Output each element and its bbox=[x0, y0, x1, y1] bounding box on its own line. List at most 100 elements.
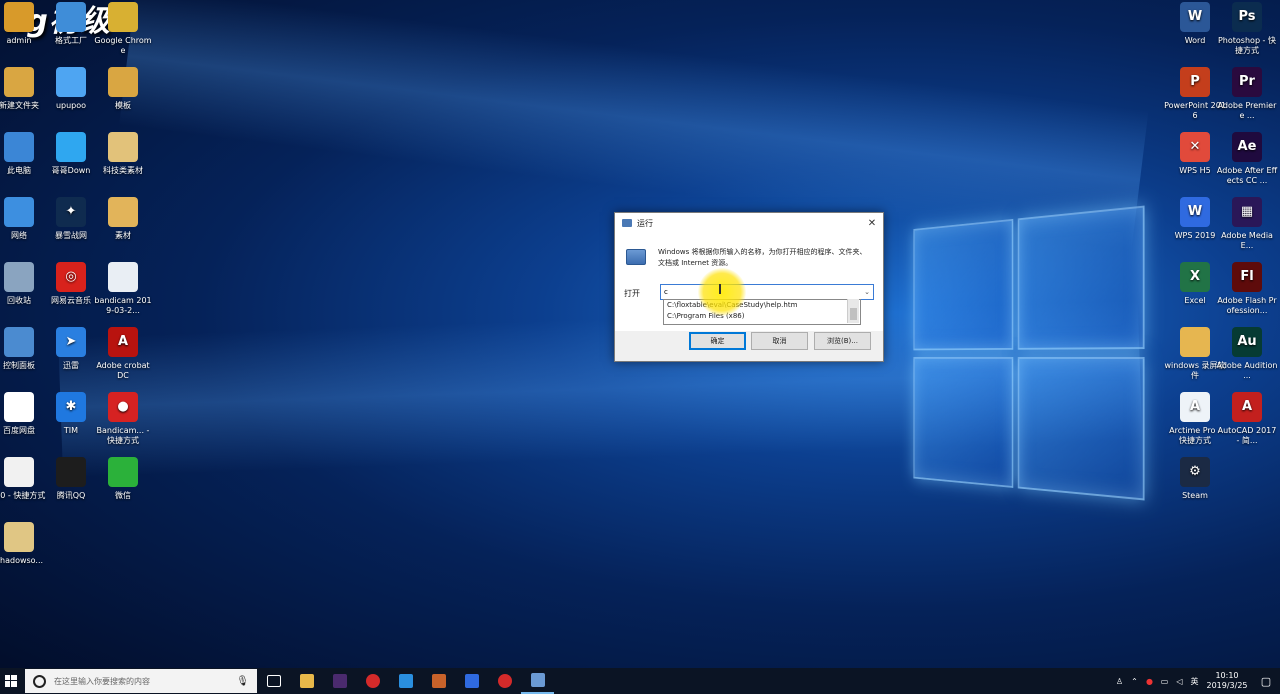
desktop-icon-label: Google Chrome bbox=[92, 36, 154, 56]
record-icon[interactable] bbox=[356, 668, 389, 694]
app-icon: Ae bbox=[1232, 132, 1262, 162]
desktop-icon-label: Adobe crobat DC bbox=[92, 361, 154, 381]
open-combo-input[interactable]: c ⌄ bbox=[660, 284, 874, 300]
desktop-icon[interactable]: Shadowso... bbox=[0, 522, 50, 566]
desktop-icon[interactable]: ▦ Adobe Media E... bbox=[1216, 197, 1278, 251]
desktop-icon-label: Photoshop - 快捷方式 bbox=[1216, 36, 1278, 56]
app-icon bbox=[56, 2, 86, 32]
people-icon[interactable]: ♙ bbox=[1112, 677, 1127, 686]
chevron-down-icon[interactable]: ⌄ bbox=[858, 288, 873, 296]
record-tray-icon[interactable]: ● bbox=[1142, 677, 1157, 686]
list-item[interactable]: C:\floxtable\eval\CaseStudy\help.htm bbox=[664, 300, 860, 311]
desktop-icon[interactable]: 科技类素材 bbox=[92, 132, 154, 176]
desktop-icon-label: Shadowso... bbox=[0, 556, 50, 566]
edge-icon[interactable] bbox=[389, 668, 422, 694]
desktop-icon[interactable]: ⚙ Steam bbox=[1164, 457, 1226, 501]
app-icon bbox=[108, 262, 138, 292]
bandicam-icon-glyph bbox=[498, 674, 512, 688]
app-icon: Pr bbox=[1232, 67, 1262, 97]
record-icon-glyph bbox=[366, 674, 380, 688]
ppt-icon[interactable] bbox=[422, 668, 455, 694]
desktop-icon[interactable]: A AutoCAD 2017 - 简... bbox=[1216, 392, 1278, 446]
app-icon: ✱ bbox=[56, 392, 86, 422]
desktop-icon[interactable]: Au Adobe Audition ... bbox=[1216, 327, 1278, 381]
run-icon-glyph bbox=[531, 673, 545, 687]
task-view-icon-glyph bbox=[267, 675, 281, 687]
desktop-icon-label: 微信 bbox=[92, 491, 154, 501]
app-icon bbox=[4, 67, 34, 97]
volume-icon[interactable]: ◁ bbox=[1172, 677, 1187, 686]
desktop-icon-label: 科技类素材 bbox=[92, 166, 154, 176]
list-item[interactable]: C:\Program Files (x86) bbox=[664, 311, 860, 322]
cancel-button[interactable]: 取消 bbox=[751, 332, 808, 350]
clock[interactable]: 10:10 2019/3/25 bbox=[1202, 671, 1252, 691]
windows-start-icon bbox=[5, 675, 17, 687]
desktop-icon-label: Adobe Audition ... bbox=[1216, 361, 1278, 381]
autocomplete-list: C:\floxtable\eval\CaseStudy\help.htm C:\… bbox=[663, 299, 861, 325]
desktop-icon[interactable]: Ps Photoshop - 快捷方式 bbox=[1216, 2, 1278, 56]
app-icon: P bbox=[1180, 67, 1210, 97]
app-icon: ⚙ bbox=[1180, 457, 1210, 487]
notification-icon[interactable]: ▢ bbox=[1252, 675, 1280, 688]
desktop-icon[interactable]: bandicam 2019-03-2... bbox=[92, 262, 154, 316]
run-icon[interactable] bbox=[521, 668, 554, 694]
premiere-icon[interactable] bbox=[323, 668, 356, 694]
app-icon bbox=[108, 197, 138, 227]
app-icon: A bbox=[108, 327, 138, 357]
run-dialog: 运行 ✕ Windows 将根据你所输入的名称，为你打开相应的程序、文件夹、文档… bbox=[614, 212, 884, 362]
desktop-icon[interactable]: Ae Adobe After Effects CC ... bbox=[1216, 132, 1278, 186]
app-icon bbox=[56, 67, 86, 97]
app-icon: ✕ bbox=[1180, 132, 1210, 162]
desktop-icon-label: 素材 bbox=[92, 231, 154, 241]
desktop-icon[interactable]: 微信 bbox=[92, 457, 154, 501]
app-icon bbox=[108, 132, 138, 162]
task-view-icon[interactable] bbox=[257, 668, 290, 694]
file-explorer-icon[interactable] bbox=[290, 668, 323, 694]
close-icon[interactable]: ✕ bbox=[861, 218, 883, 229]
app-icon bbox=[108, 67, 138, 97]
app-icon bbox=[56, 132, 86, 162]
start-button[interactable] bbox=[0, 668, 22, 694]
clock-date: 2019/3/25 bbox=[1202, 681, 1252, 691]
browse-button[interactable]: 浏览(B)... bbox=[814, 332, 871, 350]
app-icon bbox=[4, 522, 34, 552]
desktop-icon-label: AutoCAD 2017 - 简... bbox=[1216, 426, 1278, 446]
bandicam-icon[interactable] bbox=[488, 668, 521, 694]
taskbar-search-input[interactable]: 在这里输入你要搜索的内容 🎙 bbox=[25, 669, 257, 693]
input-language[interactable]: 英 bbox=[1187, 676, 1202, 687]
app-icon: W bbox=[1180, 2, 1210, 32]
app-icon: ▦ bbox=[1232, 197, 1262, 227]
desktop-icon[interactable]: Google Chrome bbox=[92, 2, 154, 56]
open-input-value[interactable]: c bbox=[661, 288, 668, 296]
app-icon: ◎ bbox=[56, 262, 86, 292]
desktop-icon[interactable]: 素材 bbox=[92, 197, 154, 241]
autocomplete-scrollbar[interactable] bbox=[847, 299, 859, 323]
search-placeholder: 在这里输入你要搜索的内容 bbox=[54, 676, 150, 687]
taskbar-pinned bbox=[257, 668, 554, 694]
app-icon: W bbox=[1180, 197, 1210, 227]
run-program-icon bbox=[626, 249, 646, 265]
wps-icon[interactable] bbox=[455, 668, 488, 694]
desktop-icon[interactable]: A Adobe crobat DC bbox=[92, 327, 154, 381]
ppt-icon-glyph bbox=[432, 674, 446, 688]
app-icon: ✦ bbox=[56, 197, 86, 227]
desktop-icon[interactable]: Fl Adobe Flash Profession... bbox=[1216, 262, 1278, 316]
chevron-up-icon[interactable]: ⌃ bbox=[1127, 677, 1142, 686]
windows-logo bbox=[913, 205, 1150, 510]
app-icon bbox=[56, 457, 86, 487]
desktop-icon-label: Adobe Premiere ... bbox=[1216, 101, 1278, 121]
network-icon[interactable]: ▭ bbox=[1157, 677, 1172, 686]
microphone-icon[interactable]: 🎙 bbox=[236, 676, 249, 687]
ok-button[interactable]: 确定 bbox=[689, 332, 746, 350]
desktop-icon-label: Adobe Media E... bbox=[1216, 231, 1278, 251]
desktop-icon[interactable]: ● Bandicam... - 快捷方式 bbox=[92, 392, 154, 446]
dialog-titlebar[interactable]: 运行 ✕ bbox=[615, 213, 883, 233]
open-label: 打开 bbox=[624, 288, 640, 299]
desktop-icon[interactable]: Pr Adobe Premiere ... bbox=[1216, 67, 1278, 121]
scrollbar-thumb[interactable] bbox=[850, 308, 857, 320]
app-icon: A bbox=[1232, 392, 1262, 422]
system-tray: ♙ ⌃ ● ▭ ◁ 英 10:10 2019/3/25 ▢ bbox=[1112, 668, 1280, 694]
desktop-icon[interactable]: 模板 bbox=[92, 67, 154, 111]
app-icon: A bbox=[1180, 392, 1210, 422]
wps-icon-glyph bbox=[465, 674, 479, 688]
